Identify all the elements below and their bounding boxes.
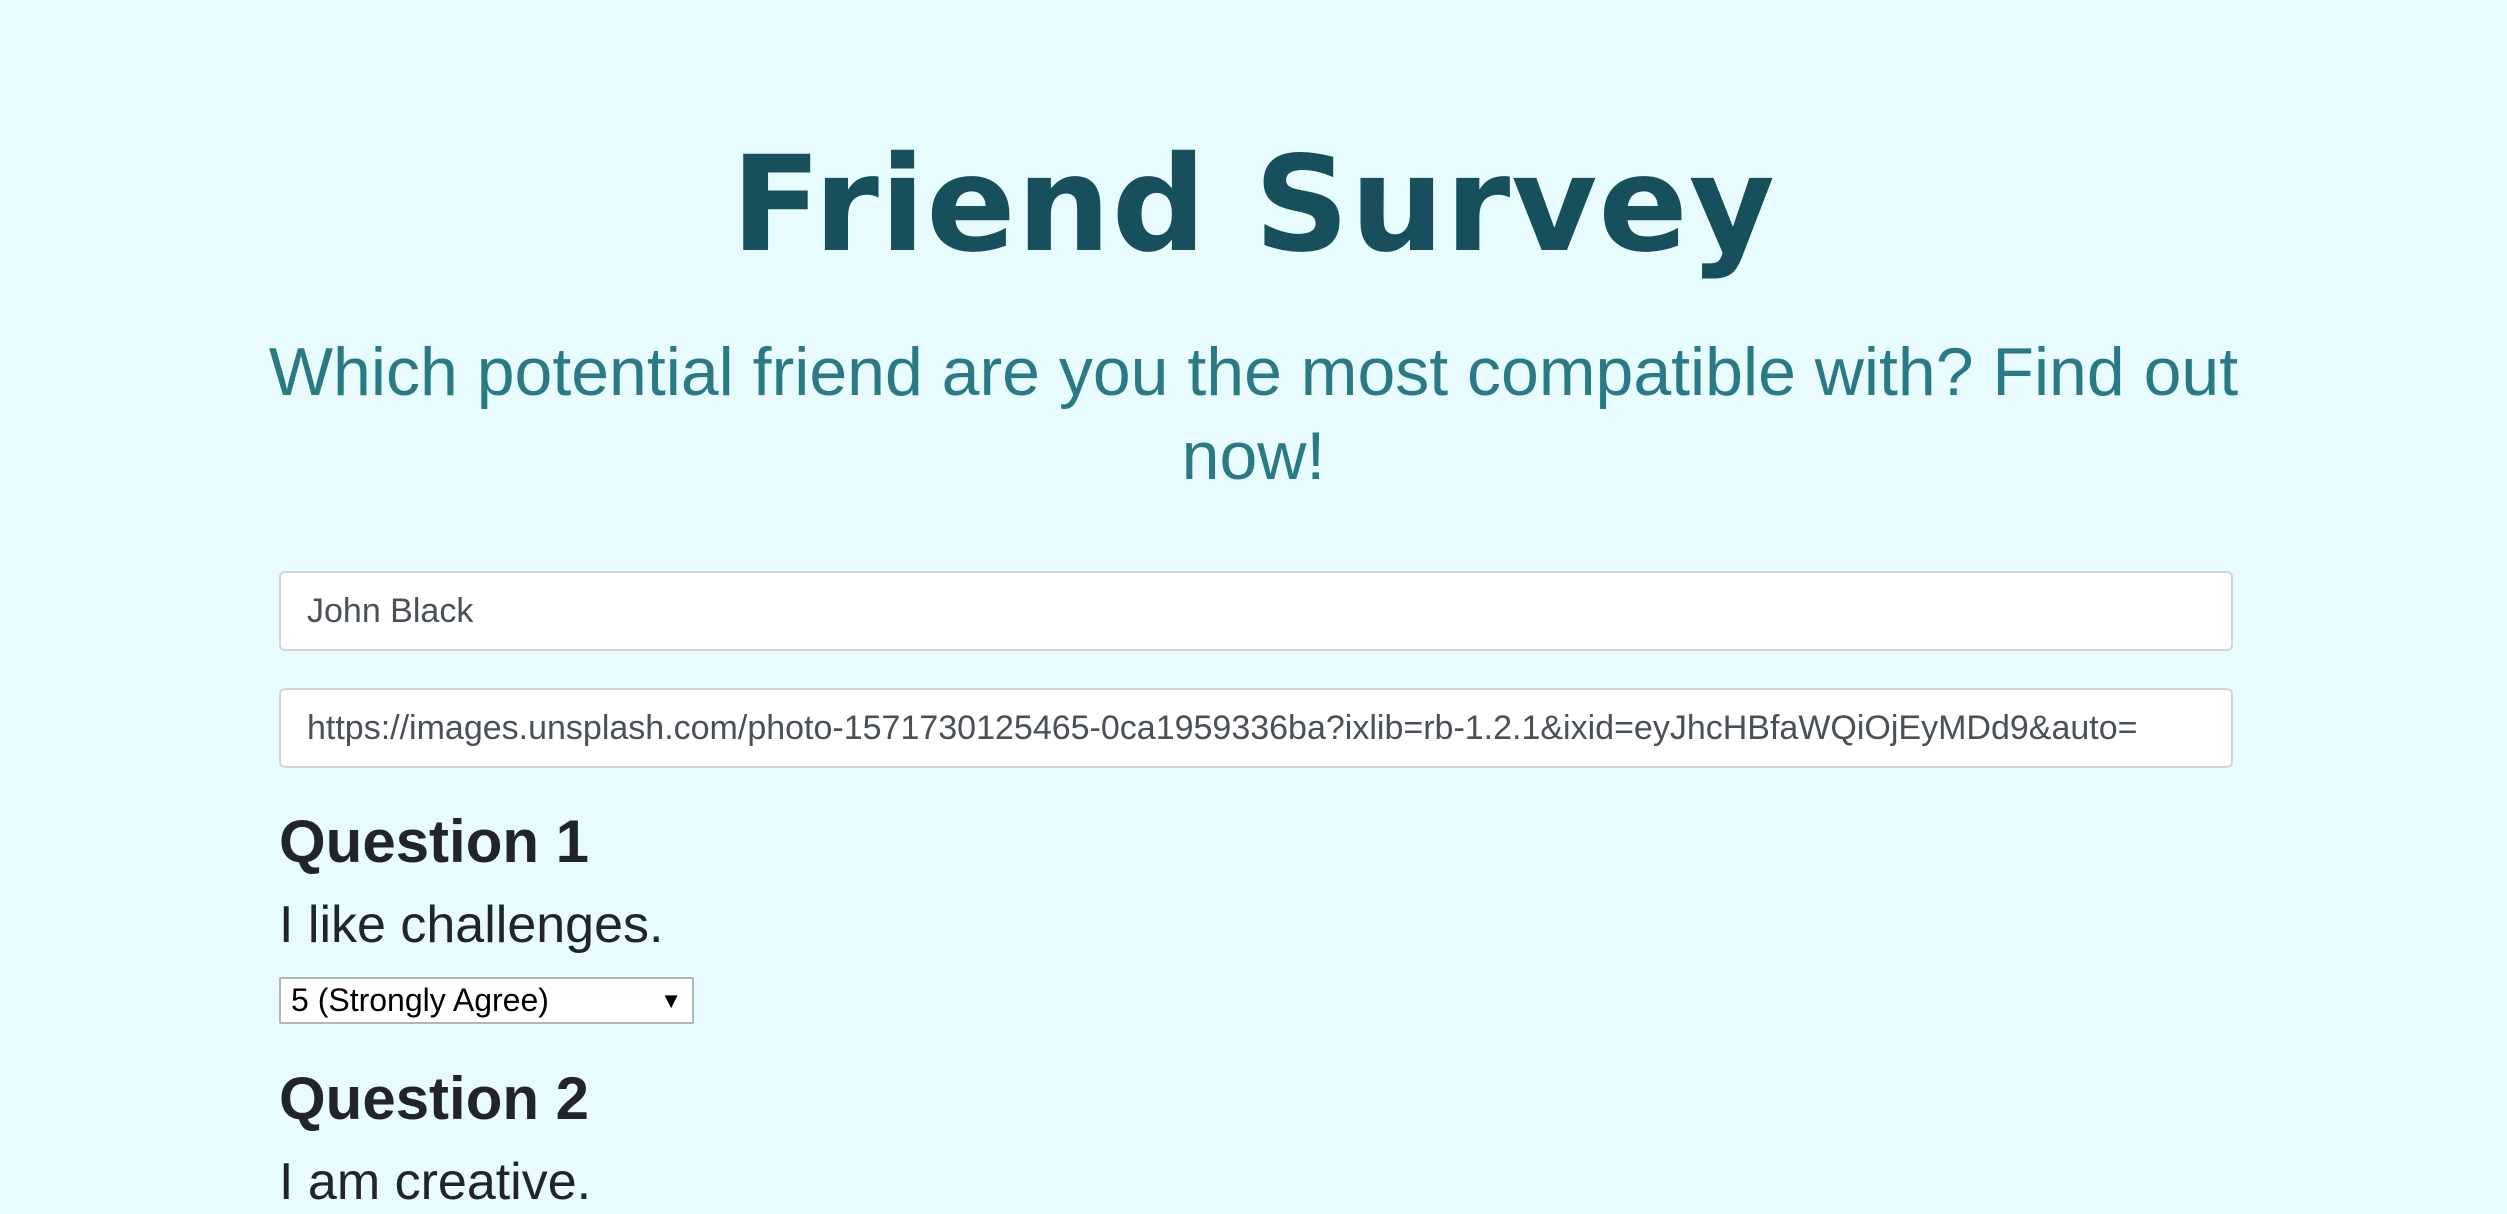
question-2-text: I am creative. (279, 1153, 592, 1211)
chevron-down-icon: ▼ (660, 988, 682, 1013)
page-subtitle: Which potential friend are you the most … (268, 334, 2239, 494)
question-2-title: Question 2 (279, 1065, 590, 1132)
page-title: Friend Survey (731, 128, 1776, 282)
photo-url-input[interactable]: https://images.unsplash.com/photo-157173… (279, 688, 2233, 768)
question-1-selected-value: 5 (Strongly Agree) (291, 982, 549, 1018)
question-1-title: Question 1 (279, 808, 590, 875)
question-1-select[interactable]: 5 (Strongly Agree) ▼ (279, 977, 694, 1024)
question-1-text: I like challenges. (279, 896, 664, 954)
name-input[interactable]: John Black (279, 571, 2233, 651)
